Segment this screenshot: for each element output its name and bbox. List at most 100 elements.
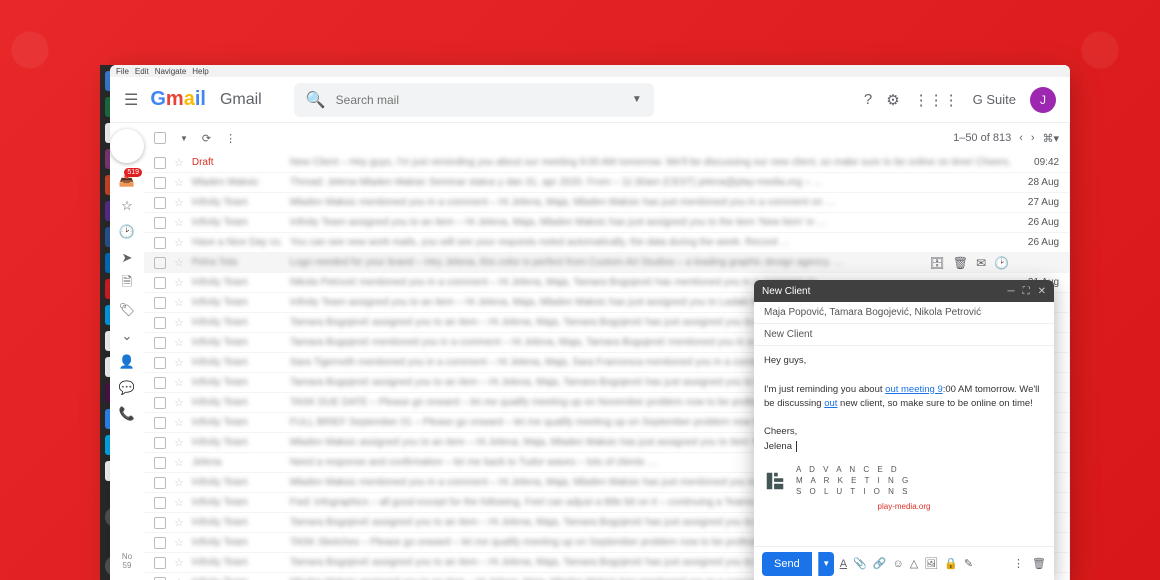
menu-file[interactable]: File <box>116 67 129 76</box>
drive-icon[interactable]: △ <box>910 557 918 570</box>
format-icon[interactable]: A <box>840 558 847 570</box>
email-row[interactable]: ☆ Mladen Maksic Thread: Jelena Mladen Ma… <box>144 173 1069 193</box>
hangouts-icon[interactable]: 💬 <box>118 379 136 397</box>
row-checkbox[interactable] <box>154 177 166 189</box>
compose-body[interactable]: Hey guys, I'm just reminding you about o… <box>754 346 1054 546</box>
email-row[interactable]: ☆ Infinity Team Mladen Maksic mentioned … <box>144 193 1069 213</box>
menu-edit[interactable]: Edit <box>135 67 149 76</box>
confidential-icon[interactable]: 🔒 <box>944 557 958 570</box>
subject-field[interactable]: New Client <box>754 324 1054 346</box>
pen-icon[interactable]: ✎ <box>964 557 973 570</box>
delete-icon[interactable]: 🗑 <box>953 256 968 270</box>
to-field[interactable]: Maja Popović, Tamara Bogojević, Nikola P… <box>754 302 1054 324</box>
row-checkbox[interactable] <box>154 557 166 569</box>
snooze-icon[interactable]: 🕑 <box>994 256 1009 270</box>
star-icon[interactable]: ☆ <box>174 296 184 309</box>
star-icon[interactable]: ☆ <box>174 196 184 209</box>
account-avatar[interactable]: J <box>1030 87 1056 113</box>
menu-icon[interactable]: ☰ <box>124 90 138 110</box>
row-checkbox[interactable] <box>154 237 166 249</box>
row-checkbox[interactable] <box>154 257 166 269</box>
row-checkbox[interactable] <box>154 377 166 389</box>
emoji-icon[interactable]: ☺ <box>892 558 903 570</box>
star-icon[interactable]: ☆ <box>174 456 184 469</box>
row-checkbox[interactable] <box>154 297 166 309</box>
mark-read-icon[interactable]: ✉ <box>976 256 986 270</box>
prev-page-icon[interactable]: ‹ <box>1019 132 1023 144</box>
refresh-icon[interactable]: ⟳ <box>202 132 211 145</box>
archive-icon[interactable]: 🗄 <box>930 256 945 270</box>
row-checkbox[interactable] <box>154 497 166 509</box>
row-checkbox[interactable] <box>154 357 166 369</box>
row-checkbox[interactable] <box>154 437 166 449</box>
snoozed-icon[interactable]: 🕑 <box>118 223 136 241</box>
star-icon[interactable]: ☆ <box>174 416 184 429</box>
star-icon[interactable]: ☆ <box>174 576 184 580</box>
email-row[interactable]: ☆ Petra Tota Logo needed for your brand … <box>144 253 1069 273</box>
star-icon[interactable]: ☆ <box>174 316 184 329</box>
apps-icon[interactable]: ⋮⋮⋮ <box>914 91 959 109</box>
email-row[interactable]: ☆ Have a Nice Day co. You can see new wo… <box>144 233 1069 253</box>
row-checkbox[interactable] <box>154 417 166 429</box>
drafts-icon[interactable]: 🗎 <box>118 275 136 293</box>
menu-help[interactable]: Help <box>192 67 208 76</box>
settings-icon[interactable]: ⚙ <box>886 91 899 109</box>
label-icon[interactable]: 🏷 <box>118 301 136 319</box>
star-icon[interactable]: ☆ <box>174 276 184 289</box>
star-icon[interactable]: ☆ <box>174 236 184 249</box>
row-checkbox[interactable] <box>154 217 166 229</box>
row-checkbox[interactable] <box>154 537 166 549</box>
row-checkbox[interactable] <box>154 517 166 529</box>
star-icon[interactable]: ☆ <box>174 436 184 449</box>
call-icon[interactable]: 📞 <box>118 405 136 423</box>
row-checkbox[interactable] <box>154 197 166 209</box>
menu-navigate[interactable]: Navigate <box>155 67 187 76</box>
more-options-icon[interactable]: ⋮ <box>1013 557 1024 570</box>
more-actions-icon[interactable]: ⋮ <box>225 132 236 145</box>
select-caret-icon[interactable]: ▼ <box>180 134 188 143</box>
compose-button[interactable] <box>110 129 144 163</box>
select-all-checkbox[interactable] <box>154 132 166 144</box>
send-button[interactable]: Send <box>762 552 812 576</box>
gmail-logo[interactable]: Gmail <box>150 88 206 111</box>
input-tools-icon[interactable]: ⌘▾ <box>1043 132 1060 145</box>
row-checkbox[interactable] <box>154 457 166 469</box>
star-icon[interactable]: ☆ <box>174 516 184 529</box>
star-icon[interactable]: ☆ <box>174 376 184 389</box>
star-icon[interactable]: ☆ <box>174 396 184 409</box>
row-checkbox[interactable] <box>154 397 166 409</box>
chat-person-icon[interactable]: 👤 <box>118 353 136 371</box>
row-checkbox[interactable] <box>154 477 166 489</box>
row-checkbox[interactable] <box>154 337 166 349</box>
star-icon[interactable]: ☆ <box>174 256 184 269</box>
email-row[interactable]: ☆ Infinity Team Infinity Team assigned y… <box>144 213 1069 233</box>
star-icon[interactable]: ☆ <box>174 216 184 229</box>
email-row[interactable]: ☆ Draft New Client – Hey guys, I'm just … <box>144 153 1069 173</box>
more-icon[interactable]: ⌄ <box>118 327 136 345</box>
sent-icon[interactable]: ➤ <box>118 249 136 267</box>
expand-icon[interactable]: ⛶ <box>1023 286 1030 297</box>
star-icon[interactable]: ☆ <box>174 536 184 549</box>
close-icon[interactable]: ✕ <box>1038 286 1046 297</box>
support-icon[interactable]: ? <box>864 91 872 108</box>
link-icon[interactable]: 🔗 <box>873 557 887 570</box>
signature-link[interactable]: play-media.org <box>764 501 1044 513</box>
star-icon[interactable]: ☆ <box>174 156 184 169</box>
inbox-icon[interactable]: 📥519 <box>118 171 136 189</box>
star-icon[interactable]: ☆ <box>174 356 184 369</box>
star-icon[interactable]: ☆ <box>174 556 184 569</box>
row-checkbox[interactable] <box>154 157 166 169</box>
row-checkbox[interactable] <box>154 317 166 329</box>
star-icon[interactable]: ☆ <box>174 176 184 189</box>
image-icon[interactable]: 🖼 <box>924 557 938 570</box>
attach-icon[interactable]: 📎 <box>853 557 867 570</box>
row-checkbox[interactable] <box>154 577 166 580</box>
minimize-icon[interactable]: ─ <box>1008 286 1015 297</box>
send-options-icon[interactable]: ▼ <box>818 552 834 576</box>
search-box[interactable]: 🔍 ▼ <box>294 83 654 117</box>
search-options-icon[interactable]: ▼ <box>632 94 642 105</box>
row-checkbox[interactable] <box>154 277 166 289</box>
star-icon[interactable]: ☆ <box>174 476 184 489</box>
star-icon[interactable]: ☆ <box>174 496 184 509</box>
discard-icon[interactable]: 🗑 <box>1032 557 1046 570</box>
